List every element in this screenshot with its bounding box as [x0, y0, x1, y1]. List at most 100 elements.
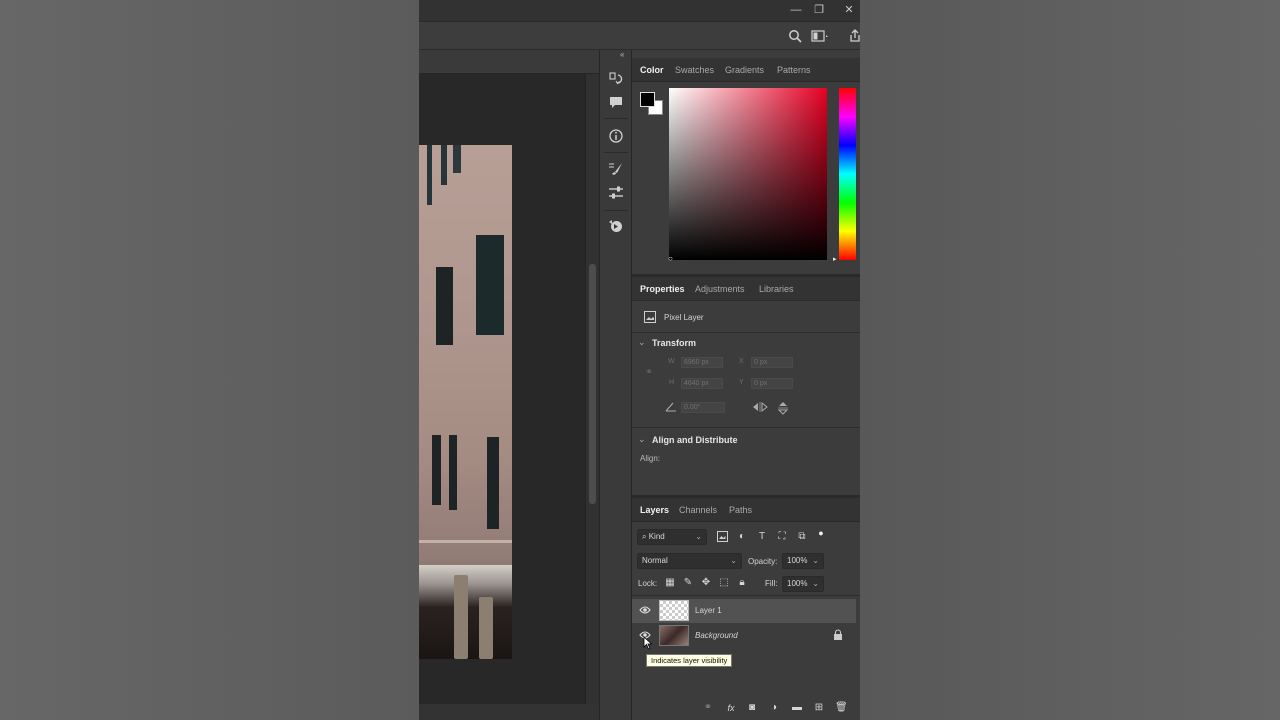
properties-panel: Pixel Layer ⌄ Transform W 6960 px X 0 px… — [632, 301, 860, 495]
tab-color[interactable]: Color — [640, 58, 664, 82]
brush-settings-icon[interactable] — [608, 161, 624, 177]
y-field[interactable]: 0 px — [751, 378, 793, 389]
adjustment-layer-icon[interactable]: ◑ — [768, 702, 780, 714]
opacity-value: 100% — [787, 556, 808, 565]
x-field[interactable]: 0 px — [751, 357, 793, 368]
layers-bottom-toolbar: ⚭ fx ◙ ◑ ▬ ⊞ 🗑︎ — [632, 698, 860, 720]
lock-transparency-icon[interactable]: ▦ — [664, 577, 676, 589]
picker-marker-icon: ○ — [668, 254, 673, 263]
w-label: W — [668, 358, 675, 365]
height-field[interactable]: 4640 px — [681, 378, 723, 389]
angle-field[interactable]: 0.00° — [681, 402, 725, 413]
document-area — [419, 50, 599, 720]
document-tab-strip — [419, 50, 599, 74]
foreground-color-swatch[interactable] — [640, 92, 655, 107]
history-icon[interactable] — [608, 71, 624, 87]
tab-gradients[interactable]: Gradients — [725, 58, 764, 82]
filter-type-icon[interactable]: T — [756, 531, 768, 543]
color-panel-tabs: Color Swatches Gradients Patterns — [632, 58, 860, 82]
lock-position-icon[interactable]: ✥ — [700, 577, 712, 589]
filter-toggle-icon[interactable]: ● — [815, 527, 827, 539]
hue-slider[interactable] — [839, 88, 856, 260]
opacity-label: Opacity: — [748, 557, 778, 566]
lock-artboard-icon[interactable]: ⬚ — [718, 577, 730, 589]
filter-kind-label: Kind — [648, 532, 665, 541]
flip-horizontal-icon[interactable] — [752, 401, 768, 417]
layer-name[interactable]: Layer 1 — [695, 606, 722, 615]
filter-search-icon: ⌕ — [642, 532, 649, 541]
layer-visibility-tooltip: Indicates layer visibility — [646, 654, 733, 667]
tab-libraries[interactable]: Libraries — [759, 277, 794, 301]
opacity-field[interactable]: 100% ⌄ — [782, 553, 824, 569]
chevron-down-icon[interactable]: ⌄ — [638, 337, 646, 348]
layer-style-fx-icon[interactable]: fx — [725, 702, 737, 714]
eye-icon[interactable] — [639, 605, 651, 619]
angle-icon — [665, 401, 677, 417]
color-panel: ○ ▸ — [632, 82, 860, 274]
fill-field[interactable]: 100% ⌄ — [782, 576, 824, 592]
tab-layers[interactable]: Layers — [640, 498, 669, 522]
tab-adjustments[interactable]: Adjustments — [695, 277, 745, 301]
layer-row-background[interactable]: Background — [632, 624, 856, 648]
share-icon[interactable] — [848, 29, 860, 43]
flip-vertical-icon[interactable] — [777, 401, 789, 419]
filter-smart-object-icon[interactable]: ⧉ — [796, 531, 808, 543]
transform-heading[interactable]: Transform — [652, 338, 696, 348]
tab-patterns[interactable]: Patterns — [777, 58, 811, 82]
adjustments-icon[interactable] — [608, 185, 624, 201]
vertical-scrollbar[interactable] — [585, 74, 599, 704]
info-icon[interactable] — [608, 128, 624, 144]
hue-slider-marker-icon[interactable]: ▸ — [833, 255, 837, 263]
right-backdrop — [860, 0, 1280, 720]
lock-all-icon[interactable]: 🔒︎ — [736, 577, 748, 589]
new-layer-icon[interactable]: ⊞ — [813, 702, 825, 714]
blend-mode-select[interactable]: Normal ⌄ — [637, 553, 742, 569]
panel-icon-strip: « — [599, 50, 632, 720]
minimize-button[interactable]: — — [787, 3, 805, 17]
align-chevron-down-icon[interactable]: ⌄ — [638, 434, 646, 445]
tab-swatches[interactable]: Swatches — [675, 58, 714, 82]
close-button[interactable]: ✕ — [840, 3, 858, 17]
link-layers-icon[interactable]: ⚭ — [702, 702, 714, 714]
lock-icon[interactable] — [832, 629, 844, 645]
link-icon[interactable]: ⚭ — [643, 367, 655, 379]
layer-thumbnail — [659, 625, 689, 646]
mouse-cursor-icon — [642, 636, 654, 654]
canvas[interactable] — [419, 74, 585, 704]
delete-layer-icon[interactable]: 🗑︎ — [835, 702, 848, 714]
options-bar — [419, 22, 860, 50]
layer-filter-select[interactable]: ⌕ Kind ⌄ — [637, 529, 707, 545]
horizontal-scrollbar[interactable] — [419, 704, 599, 720]
right-panels: Color Swatches Gradients Patterns ○ ▸ Pr… — [632, 50, 860, 720]
filter-shape-icon[interactable]: ⛶ — [776, 531, 788, 543]
width-field[interactable]: 6960 px — [681, 357, 723, 368]
lock-label: Lock: — [638, 579, 658, 588]
properties-panel-tabs: Properties Adjustments Libraries — [632, 277, 860, 301]
layers-panel: ⌕ Kind ⌄ ◐ T ⛶ ⧉ ● Normal ⌄ Opacity: 100% ⌄… — [632, 522, 860, 720]
workspace-icon[interactable] — [811, 29, 829, 43]
layers-panel-tabs: Layers Channels Paths — [632, 498, 860, 522]
canvas-image — [419, 145, 512, 659]
layer-name[interactable]: Background — [695, 631, 738, 640]
lock-image-pixels-icon[interactable]: ✎ — [682, 577, 694, 589]
tab-channels[interactable]: Channels — [679, 498, 717, 522]
layer-row-layer-1[interactable]: Layer 1 — [632, 599, 856, 623]
collapse-panels-icon[interactable]: « — [620, 50, 624, 59]
restore-button[interactable]: ❐ — [810, 3, 828, 17]
comment-icon[interactable] — [608, 94, 624, 110]
actions-icon[interactable] — [608, 218, 624, 234]
filter-adjustment-icon[interactable]: ◐ — [736, 531, 748, 543]
scrollbar-thumb[interactable] — [589, 264, 596, 504]
fill-value: 100% — [787, 579, 808, 588]
search-icon[interactable] — [788, 29, 802, 43]
layer-type-label: Pixel Layer — [664, 313, 704, 322]
add-mask-icon[interactable]: ◙ — [746, 702, 758, 714]
new-group-icon[interactable]: ▬ — [791, 702, 803, 714]
pixel-layer-icon — [644, 311, 656, 327]
color-picker-field[interactable] — [669, 88, 827, 260]
align-distribute-heading[interactable]: Align and Distribute — [652, 435, 738, 445]
tab-paths[interactable]: Paths — [729, 498, 752, 522]
y-label: Y — [739, 379, 744, 386]
tab-properties[interactable]: Properties — [640, 277, 685, 301]
filter-pixel-icon[interactable] — [716, 531, 728, 546]
